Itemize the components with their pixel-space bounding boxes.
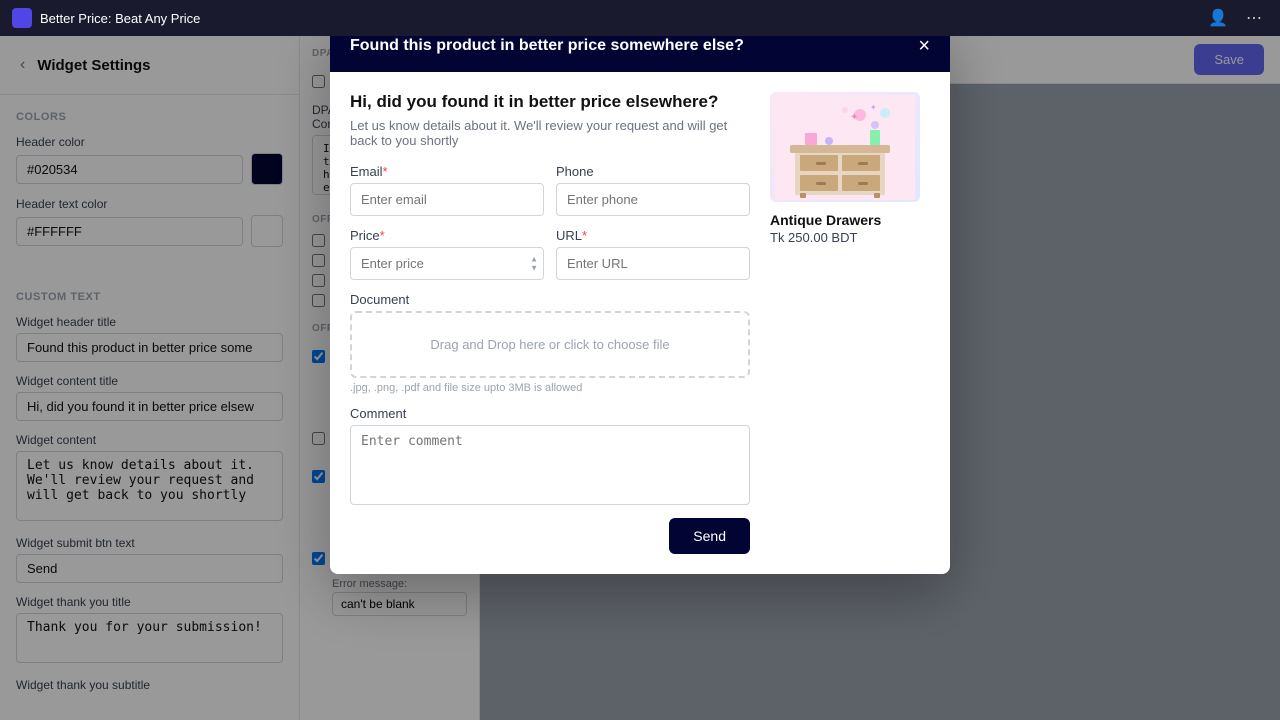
dropzone[interactable]: Drag and Drop here or click to choose fi… [480, 311, 750, 378]
comment-label: Comment [480, 406, 750, 421]
email-label: Email* [480, 164, 544, 179]
product-name: Antique Drawers [770, 212, 930, 228]
price-group: Price* ▲ ▼ [480, 228, 544, 280]
url-group: URL* [556, 228, 750, 280]
product-image-svg: ✦ ✦ [775, 95, 915, 200]
app-container: ‹ Widget Settings COLORS Header color He… [0, 0, 1280, 720]
dropzone-hint: .jpg, .png, .pdf and file size upto 3MB … [480, 382, 750, 394]
url-input[interactable] [556, 247, 750, 280]
right-panel: Save Found this product in better price … [480, 36, 1280, 720]
modal: Found this product in better price somew… [480, 36, 950, 574]
comment-group: Comment [480, 406, 750, 508]
svg-text:✦: ✦ [870, 103, 877, 112]
price-up-arrow[interactable]: ▲ [530, 255, 538, 263]
modal-subtitle: Let us know details about it. We'll revi… [480, 118, 750, 148]
price-down-arrow[interactable]: ▼ [530, 264, 538, 272]
app-icon [12, 8, 32, 28]
more-options-button[interactable]: ⋯ [1240, 4, 1268, 32]
price-arrows: ▲ ▼ [530, 255, 538, 272]
svg-text:✦: ✦ [850, 112, 858, 123]
url-label: URL* [556, 228, 750, 243]
phone-input[interactable] [556, 183, 750, 216]
topbar: Better Price: Beat Any Price 👤 ⋯ [0, 0, 1280, 36]
product-price: Tk 250.00 BDT [770, 230, 930, 245]
modal-close-button[interactable]: × [918, 36, 930, 56]
document-group: Document Drag and Drop here or click to … [480, 292, 750, 394]
modal-overlay: Found this product in better price somew… [480, 36, 1280, 720]
price-url-row: Price* ▲ ▼ [480, 228, 750, 280]
modal-body: Hi, did you found it in better price els… [480, 72, 950, 574]
right-panel-content: Found this product in better price somew… [480, 84, 1280, 720]
email-input[interactable] [480, 183, 544, 216]
price-input-wrap: ▲ ▼ [480, 247, 544, 280]
modal-form: Hi, did you found it in better price els… [480, 92, 750, 554]
modal-header-title: Found this product in better price somew… [480, 37, 744, 55]
price-label: Price* [480, 228, 544, 243]
product-image-inner: ✦ ✦ [770, 92, 920, 202]
modal-header: Found this product in better price somew… [480, 36, 950, 72]
product-sidebar: ✦ ✦ [770, 92, 930, 554]
user-icon-button[interactable]: 👤 [1204, 4, 1232, 32]
modal-send-button[interactable]: Send [669, 518, 750, 554]
product-image-box: ✦ ✦ [770, 92, 920, 202]
email-phone-row: Email* Phone [480, 164, 750, 216]
comment-textarea[interactable] [480, 425, 750, 505]
app-title: Better Price: Beat Any Price [40, 11, 1196, 26]
modal-title: Hi, did you found it in better price els… [480, 92, 750, 112]
phone-group: Phone [556, 164, 750, 216]
document-label: Document [480, 292, 750, 307]
phone-label: Phone [556, 164, 750, 179]
email-group: Email* [480, 164, 544, 216]
topbar-actions: 👤 ⋯ [1204, 4, 1268, 32]
